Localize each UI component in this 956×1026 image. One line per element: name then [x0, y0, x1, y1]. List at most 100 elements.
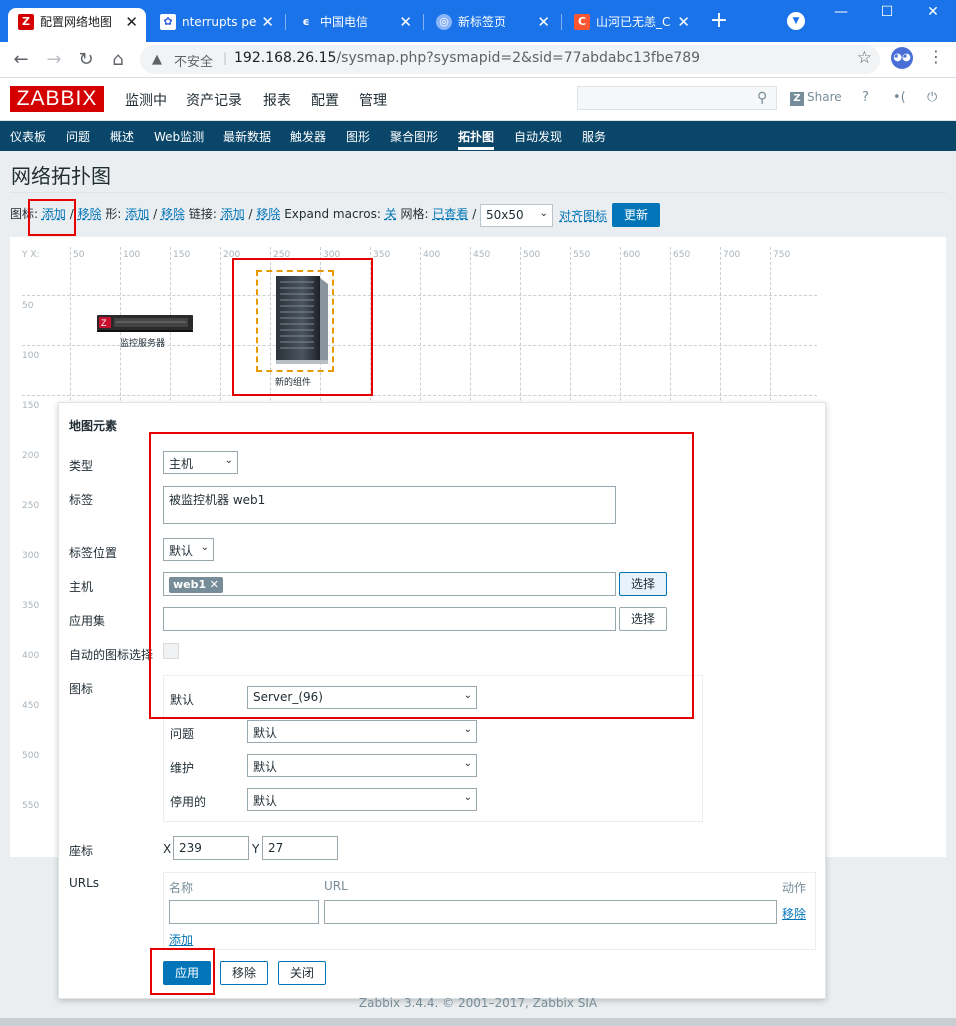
- x-coordinate-input[interactable]: 239: [173, 836, 249, 860]
- sign-out-icon[interactable]: ⏻: [927, 90, 937, 105]
- svg-text:Z: Z: [101, 318, 107, 328]
- subnav-web[interactable]: Web监测: [154, 128, 204, 145]
- menu-reports[interactable]: 报表: [263, 90, 291, 110]
- help-icon[interactable]: ?: [862, 90, 869, 105]
- minimize-icon[interactable]: —: [818, 0, 864, 28]
- url-remove-link[interactable]: 移除: [782, 905, 806, 922]
- y-coordinate-input[interactable]: 27: [262, 836, 338, 860]
- subnav-discovery[interactable]: 自动发现: [514, 128, 562, 145]
- auto-icon-label: 自动的图标选择: [69, 648, 154, 662]
- tab-title: nterrupts pe: [182, 15, 257, 29]
- tab-title: 中国电信: [320, 15, 369, 29]
- icon-disabled-select[interactable]: 默认 ⌄: [247, 788, 477, 811]
- share-link[interactable]: Z Share: [790, 90, 842, 106]
- reload-icon[interactable]: ↻: [74, 48, 98, 72]
- axis-label: 450: [473, 250, 491, 260]
- axis-label: 400: [22, 651, 40, 661]
- close-tab-icon[interactable]: ✕: [261, 8, 274, 36]
- tab-new-tab[interactable]: ◎ 新标签页 ✕: [426, 8, 558, 42]
- window-close-icon[interactable]: ✕: [910, 0, 956, 28]
- urls-table: 名称 URL 动作 移除 添加: [163, 872, 816, 950]
- global-search-input[interactable]: [577, 86, 777, 110]
- grid-shown-toggle[interactable]: 已查看: [432, 207, 468, 221]
- subnav-maps[interactable]: 拓扑图: [458, 128, 494, 145]
- forward-icon[interactable]: →: [42, 48, 66, 72]
- browser-menu-icon[interactable]: ⋮: [928, 47, 944, 66]
- tab-interrupts[interactable]: ✿ nterrupts pe ✕: [150, 8, 282, 42]
- browser-tab-bar: Z 配置网络地图 ✕ ✿ nterrupts pe ✕ ϵ 中国电信 ✕ ◎ 新…: [0, 0, 956, 42]
- subnav-screens[interactable]: 聚合图形: [390, 128, 438, 145]
- chevron-down-icon: ⌄: [463, 758, 472, 769]
- close-tab-icon[interactable]: ✕: [399, 8, 412, 36]
- insecure-label: 不安全: [174, 55, 214, 70]
- close-tab-icon[interactable]: ✕: [537, 8, 550, 36]
- urls-url-header: URL: [324, 879, 348, 893]
- axis-label: 600: [623, 250, 641, 260]
- axis-label: 500: [523, 250, 541, 260]
- icon-problem-select[interactable]: 默认 ⌄: [247, 720, 477, 743]
- url-add-link[interactable]: 添加: [169, 931, 193, 948]
- icon-disabled-label: 停用的: [170, 795, 207, 809]
- axis-label: 200: [22, 451, 40, 461]
- icon-remove-link[interactable]: 移除: [78, 207, 102, 221]
- tab-china-telecom[interactable]: ϵ 中国电信 ✕: [288, 8, 420, 42]
- subnav-latest-data[interactable]: 最新数据: [223, 128, 271, 145]
- close-tab-icon[interactable]: ✕: [677, 8, 690, 36]
- url-bar[interactable]: ▲ 不安全 | 192.168.26.15/sysmap.php?sysmapi…: [140, 45, 880, 74]
- axis-label: 450: [22, 701, 40, 711]
- new-tab-icon[interactable]: +: [706, 9, 732, 35]
- user-profile-icon[interactable]: •(: [893, 90, 906, 105]
- subnav-services[interactable]: 服务: [582, 128, 606, 145]
- shape-add-link[interactable]: 添加: [125, 207, 149, 221]
- tab-csdn[interactable]: C 山河已无恙_C ✕: [564, 8, 698, 42]
- align-icons-link[interactable]: 对齐图标: [559, 207, 607, 224]
- link-add-link[interactable]: 添加: [221, 207, 245, 221]
- axis-label: 700: [723, 250, 741, 260]
- map-element-label: 监控服务器: [120, 339, 166, 349]
- subnav-problems[interactable]: 问题: [66, 128, 90, 145]
- close-button[interactable]: 关闭: [278, 961, 326, 985]
- axis-label: 350: [373, 250, 391, 260]
- subnav-graphs[interactable]: 图形: [346, 128, 370, 145]
- menu-administration[interactable]: 管理: [359, 90, 387, 110]
- chevron-down-icon: ⌄: [463, 792, 472, 803]
- zabbix-logo[interactable]: ZABBIX: [10, 86, 104, 112]
- globe-favicon-icon: ◎: [436, 14, 452, 30]
- telecom-favicon-icon: ϵ: [302, 15, 310, 28]
- tab-search-icon[interactable]: ▼: [787, 12, 805, 30]
- axis-label: 350: [22, 601, 40, 611]
- update-button[interactable]: 更新: [612, 203, 660, 227]
- axis-label: 250: [22, 501, 40, 511]
- url-input[interactable]: [324, 900, 777, 924]
- grid-size-select[interactable]: 50x50 ⌄: [480, 204, 553, 227]
- tab-sysmap[interactable]: Z 配置网络地图 ✕: [8, 8, 146, 42]
- subnav-triggers[interactable]: 触发器: [290, 128, 326, 145]
- menu-inventory[interactable]: 资产记录: [186, 90, 242, 110]
- close-tab-icon[interactable]: ✕: [125, 8, 138, 36]
- back-icon[interactable]: ←: [9, 48, 33, 72]
- maximize-icon[interactable]: ☐: [864, 0, 910, 28]
- menu-configuration[interactable]: 配置: [311, 90, 339, 110]
- url-name-input[interactable]: [169, 900, 319, 924]
- host-label: 主机: [69, 580, 94, 594]
- menu-monitoring[interactable]: 监测中: [125, 90, 167, 110]
- annotation-highlight: [232, 258, 373, 396]
- map-element-zabbix-server[interactable]: Z: [96, 313, 194, 333]
- url-text: 192.168.26.15/sysmap.php?sysmapid=2&sid=…: [234, 50, 701, 66]
- subnav-overview[interactable]: 概述: [110, 128, 134, 145]
- remove-button[interactable]: 移除: [220, 961, 268, 985]
- home-icon[interactable]: ⌂: [106, 48, 130, 72]
- subnav-dashboard[interactable]: 仪表板: [10, 128, 46, 145]
- active-tab-indicator: [458, 147, 494, 150]
- icon-maintenance-select[interactable]: 默认 ⌄: [247, 754, 477, 777]
- search-icon[interactable]: ⚲: [757, 90, 767, 106]
- icon-maintenance-label: 维护: [170, 761, 195, 775]
- dialog-title: 地图元素: [69, 419, 118, 433]
- shape-remove-link[interactable]: 移除: [161, 207, 185, 221]
- bookmark-star-icon[interactable]: ☆: [857, 48, 872, 68]
- expand-macros-toggle[interactable]: 关: [385, 207, 397, 221]
- page-title: 网络拓扑图: [11, 164, 111, 188]
- application-label: 应用集: [69, 614, 106, 628]
- link-remove-link[interactable]: 移除: [256, 207, 280, 221]
- profile-avatar-icon[interactable]: ◕◕: [891, 47, 913, 69]
